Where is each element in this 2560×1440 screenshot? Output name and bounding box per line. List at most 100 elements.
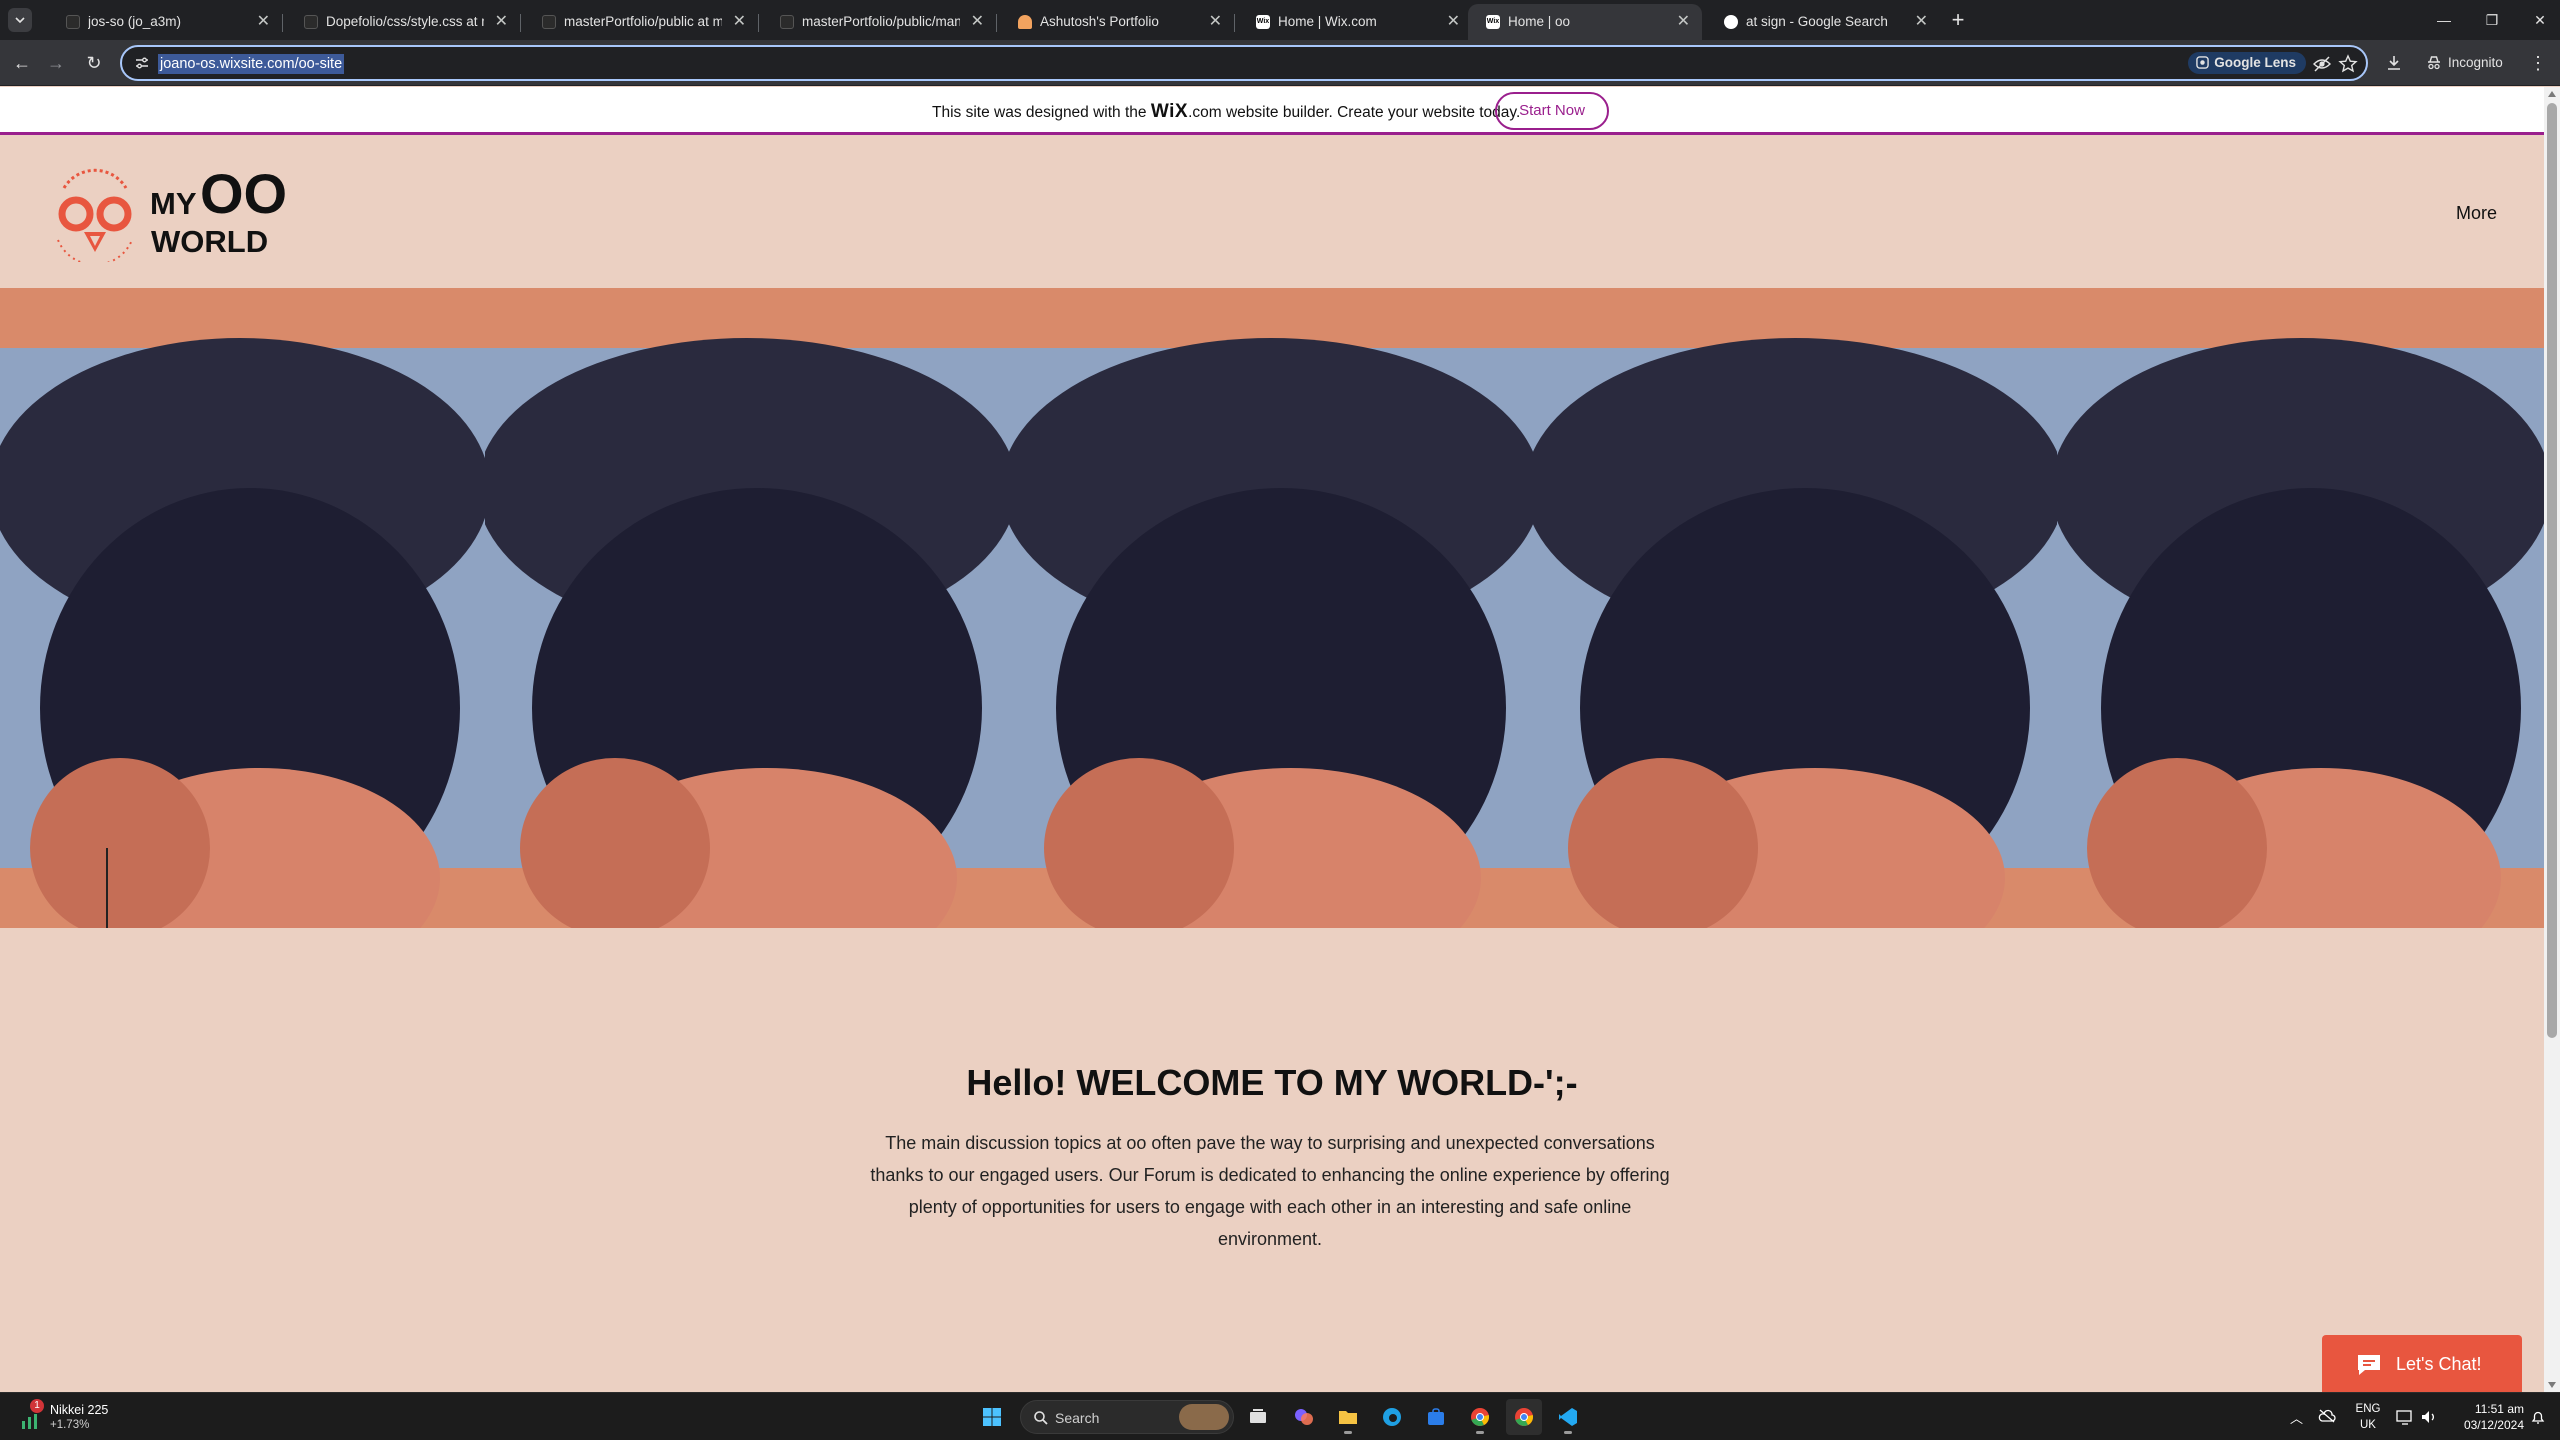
hero-photo [1533,288,2057,928]
network-icon [2396,1410,2412,1425]
tab-title: Dopefolio/css/style.css at main [326,14,484,29]
hero-photo [485,288,1009,928]
tab-home-wix[interactable]: Wix Home | Wix.com ✕ [1238,4,1473,40]
edge-icon [1383,1408,1401,1426]
start-now-button[interactable]: Start Now [1495,92,1609,130]
close-tab-icon[interactable]: ✕ [1447,4,1460,40]
tab-title: masterPortfolio/public/manifest [802,14,960,29]
chevron-up-icon: ︿ [2290,1411,2304,1426]
scroll-down-indicator[interactable] [106,848,108,928]
close-tab-icon[interactable]: ✕ [1915,4,1928,40]
google-lens-button[interactable]: Google Lens [2188,52,2306,74]
github-icon [304,15,318,29]
search-placeholder: Search [1055,1410,1100,1426]
new-tab-button[interactable]: + [1944,6,1972,34]
lets-chat-button[interactable]: Let's Chat! [2322,1335,2522,1392]
tab-title: at sign - Google Search [1746,14,1888,29]
restore-icon[interactable]: ❐ [2468,0,2516,40]
nav-more-menu[interactable]: More [2456,203,2497,224]
logo-text-oo: OO [200,162,288,225]
scrollbar-thumb[interactable] [2547,103,2557,1038]
tab-ashutosh-portfolio[interactable]: Ashutosh's Portfolio ✕ [1000,4,1235,40]
site-header: MY OO WORLD More [0,138,2544,288]
wix-promo-text: This site was designed with the WiX.com … [932,101,1520,123]
hero-photo-tile [485,288,1009,928]
wix-icon: Wix [1486,15,1500,29]
owl-logo-icon[interactable] [50,166,140,262]
volume-icon [2422,1411,2434,1423]
taskbar-search[interactable]: Search [1020,1400,1234,1434]
menu-kebab-icon[interactable]: ⋮ [2528,49,2548,77]
github-icon [780,15,794,29]
tab-strip: jos-so (jo_a3m) ✕ Dopefolio/css/style.cs… [0,0,2560,40]
wix-brand: WiX [1150,101,1189,122]
taskbar-task-view[interactable] [1240,1399,1276,1435]
page-viewport: This site was designed with the WiX.com … [0,87,2544,1392]
search-icon [1034,1411,1048,1425]
scroll-down-arrow-icon[interactable] [2548,1382,2556,1388]
tab-google-search[interactable]: at sign - Google Search ✕ [1706,4,1940,40]
github-icon [542,15,556,29]
close-tab-icon[interactable]: ✕ [1677,4,1690,40]
close-window-icon[interactable]: ✕ [2516,0,2560,40]
url-text[interactable]: joano-os.wixsite.com/oo-site [158,54,345,74]
wix-promo-banner: This site was designed with the WiX.com … [0,87,2544,135]
lens-label: Google Lens [2214,55,2296,70]
close-tab-icon[interactable]: ✕ [257,4,270,40]
tab-masterportfolio-public[interactable]: masterPortfolio/public at master ✕ [524,4,759,40]
page-scrollbar[interactable] [2544,87,2560,1392]
language-code: ENG [2355,1403,2381,1415]
back-icon[interactable]: ← [8,49,36,77]
forward-icon[interactable]: → [42,49,70,77]
github-icon [66,15,80,29]
taskbar-edge[interactable] [1374,1399,1410,1435]
scroll-up-arrow-icon[interactable] [2548,91,2556,97]
windows-logo-icon [983,1408,1001,1426]
tab-dopefolio[interactable]: Dopefolio/css/style.css at main ✕ [286,4,521,40]
system-clock[interactable]: 11:51 am 03/12/2024 [2444,1401,2524,1433]
stocks-widget[interactable]: 1 Nikkei 225 +1.73% [18,1399,128,1435]
vscode-icon [1559,1408,1577,1426]
minimize-icon[interactable]: — [2420,0,2468,40]
tab-title: Home | oo [1508,14,1571,29]
clock-date: 03/12/2024 [2463,1418,2524,1432]
reload-icon[interactable]: ↻ [80,49,108,77]
portfolio-icon [1018,15,1032,29]
hero-photo-tile [1533,288,2057,928]
intro-paragraph: The main discussion topics at oo often p… [870,1133,1670,1249]
download-icon[interactable] [2384,53,2404,73]
start-button[interactable] [974,1399,1010,1435]
lens-icon [2196,56,2210,69]
bookmark-star-icon[interactable] [2338,54,2358,74]
tab-title: masterPortfolio/public at master [564,14,722,29]
address-bar[interactable]: joano-os.wixsite.com/oo-site Google Lens [120,45,2368,81]
taskbar-store[interactable] [1418,1399,1454,1435]
site-settings-icon[interactable] [134,55,150,71]
google-icon [1724,15,1738,29]
logo-text-world: WORLD [151,224,269,259]
wix-text-before: This site was designed with the [932,104,1151,121]
bell-icon [2531,1411,2545,1424]
tab-masterportfolio-manifest[interactable]: masterPortfolio/public/manifest ✕ [762,4,997,40]
tab-jos-so[interactable]: jos-so (jo_a3m) ✕ [48,4,283,40]
taskbar-chrome[interactable] [1462,1399,1498,1435]
close-tab-icon[interactable]: ✕ [1209,4,1222,40]
taskbar-chrome-incognito[interactable] [1506,1399,1542,1435]
store-icon [1428,1408,1444,1425]
wix-icon: Wix [1256,15,1270,29]
stock-chart-icon [22,1414,37,1429]
close-tab-icon[interactable]: ✕ [733,4,746,40]
tab-search-button[interactable] [8,8,32,32]
language-indicator[interactable]: ENG UK [2354,1401,2382,1433]
taskbar-vscode[interactable] [1550,1399,1586,1435]
welcome-heading: Hello! WELCOME TO MY WORLD-';- [966,1062,1578,1103]
close-tab-icon[interactable]: ✕ [495,4,508,40]
taskbar-copilot[interactable] [1286,1399,1322,1435]
hero-photo-tile [1009,288,1533,928]
taskbar-file-explorer[interactable] [1330,1399,1366,1435]
chrome-icon [1471,1408,1490,1426]
close-tab-icon[interactable]: ✕ [971,4,984,40]
eye-off-icon[interactable] [2312,54,2332,74]
tab-home-oo[interactable]: Wix Home | oo ✕ [1468,4,1702,40]
incognito-indicator[interactable]: Incognito [2420,49,2513,77]
